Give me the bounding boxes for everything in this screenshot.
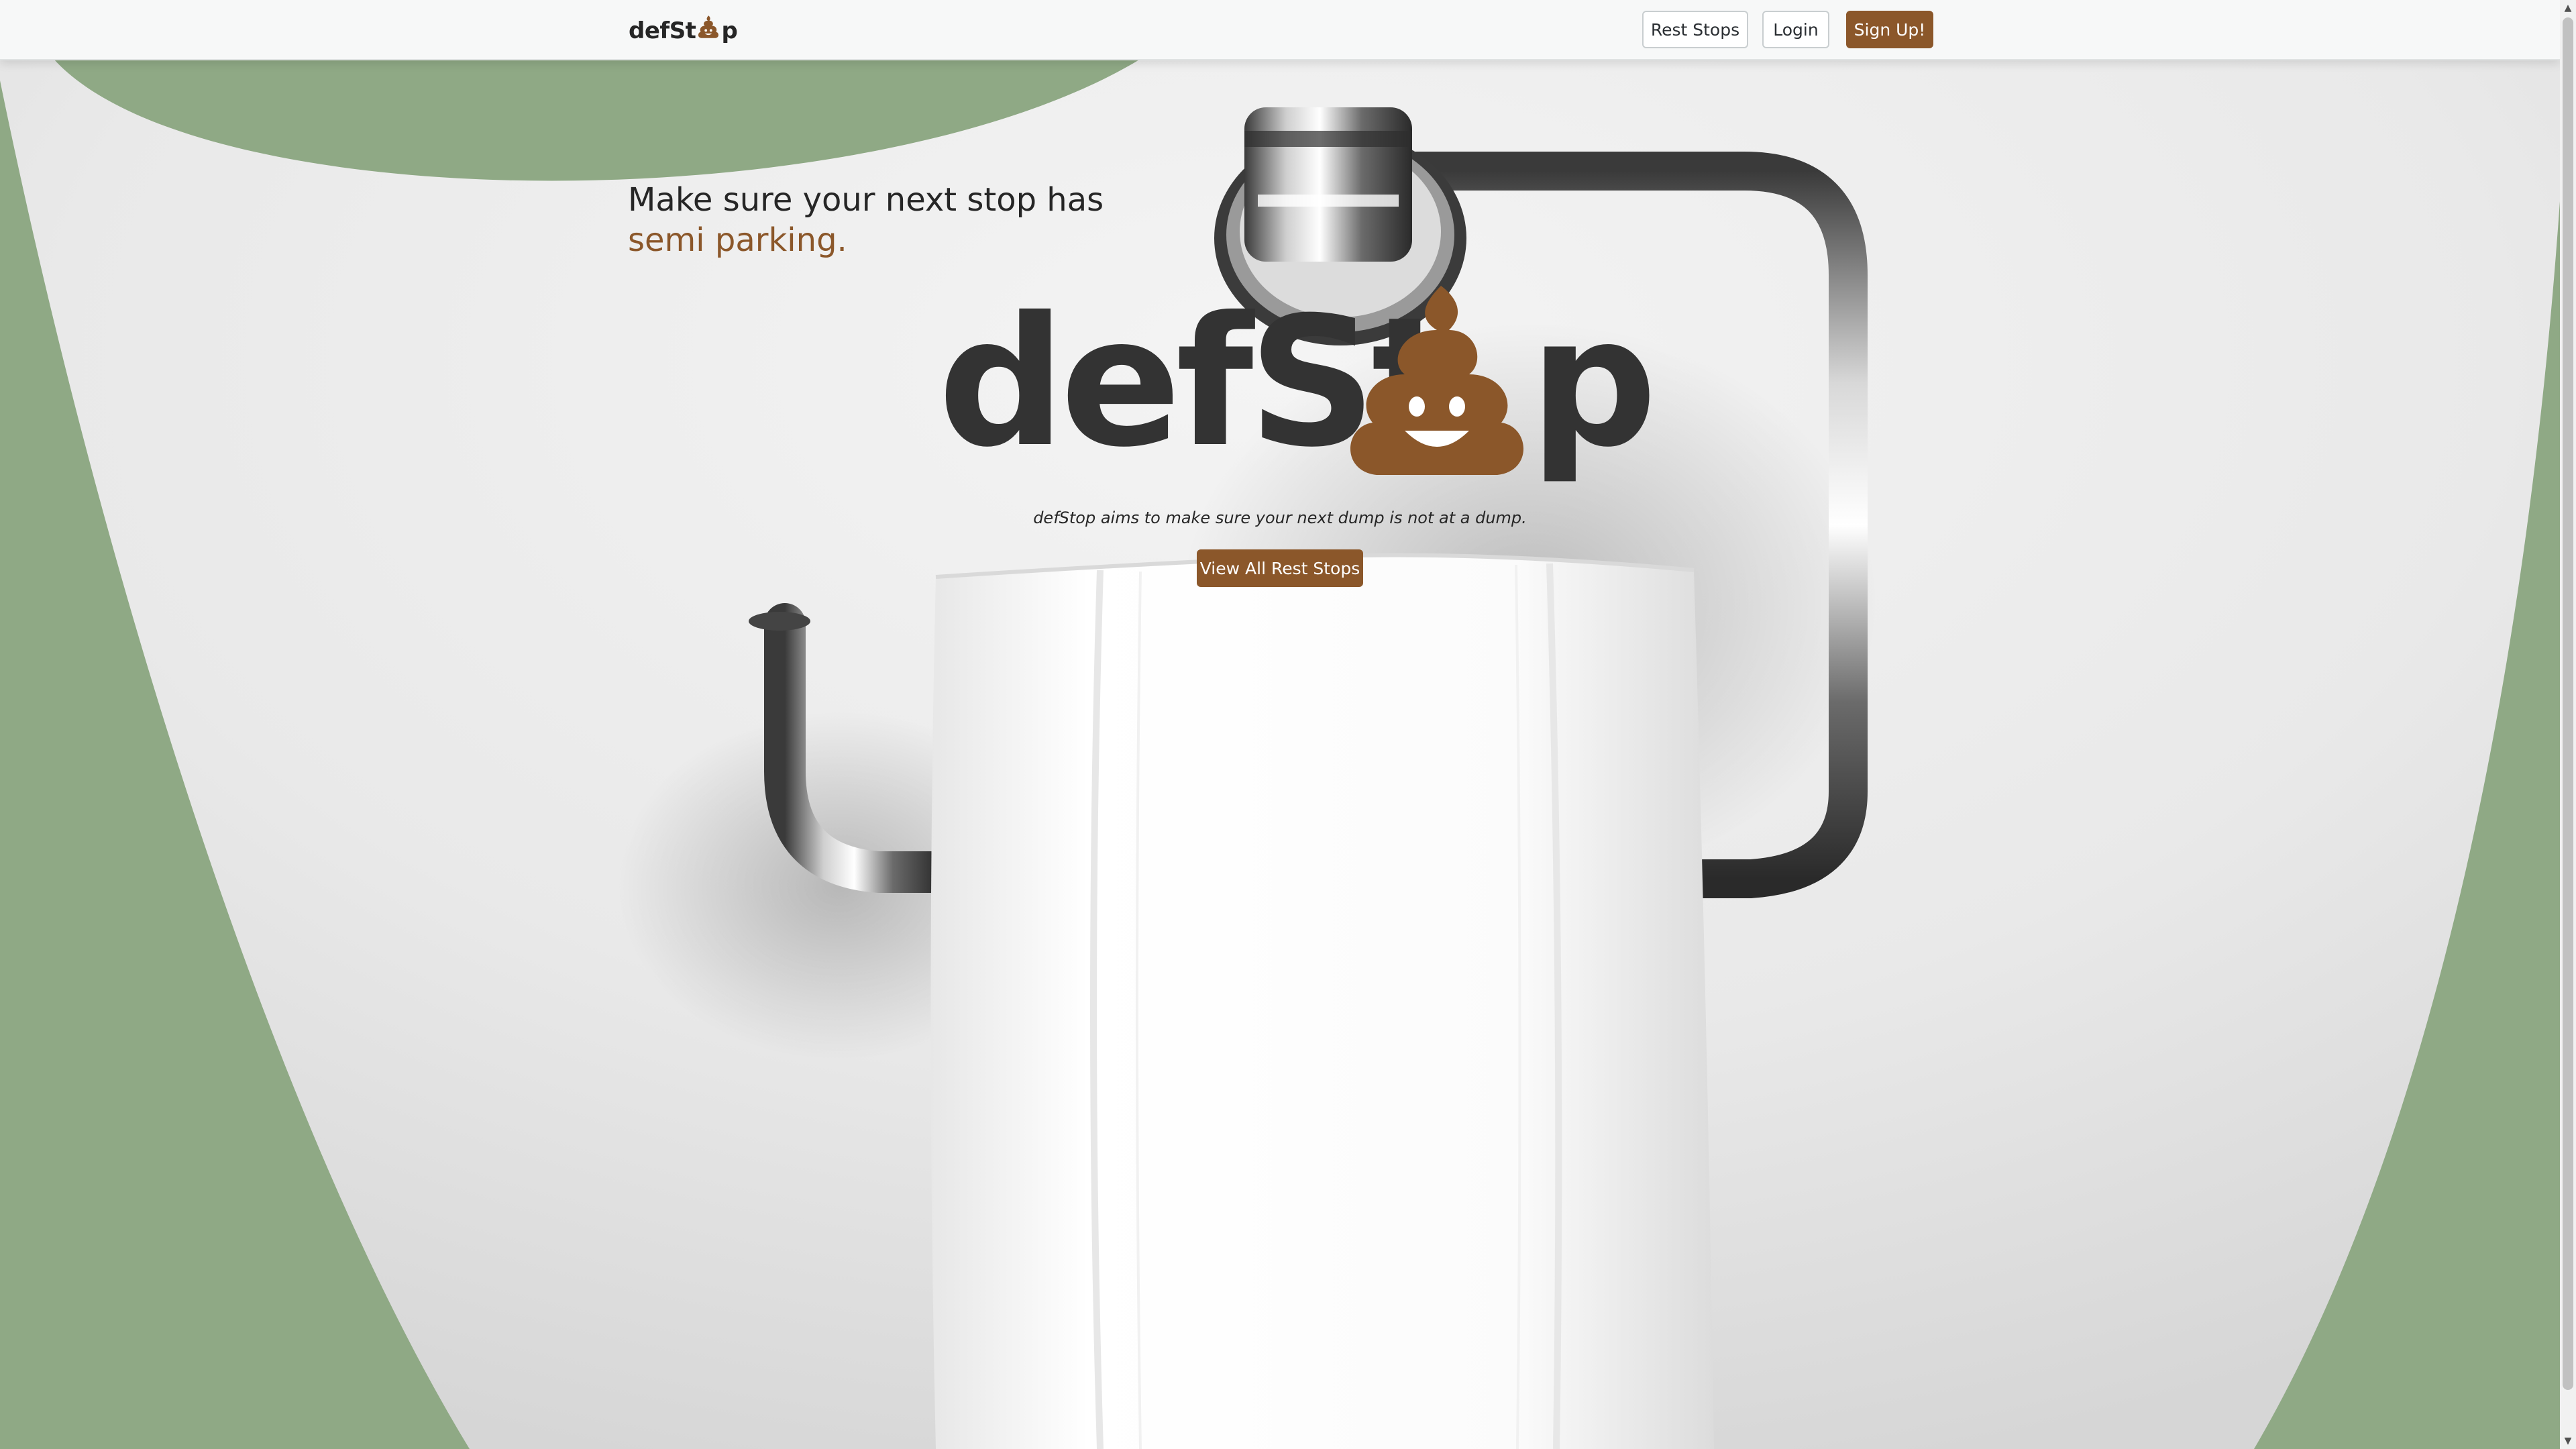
scroll-up-arrow-icon[interactable]: ▲ xyxy=(2560,0,2576,16)
headline-accent: semi parking. xyxy=(628,221,847,259)
scrollbar-thumb[interactable] xyxy=(2563,17,2573,1390)
poo-icon xyxy=(698,15,719,38)
brand-suffix: p xyxy=(721,17,738,44)
brand-logo[interactable]: defSt p xyxy=(629,12,738,50)
hero-logo: defSt p xyxy=(938,282,1657,517)
hero-headline: Make sure your next stop has semi parkin… xyxy=(628,180,1104,260)
toilet-paper-photo xyxy=(0,0,2560,1449)
page: defSt p Rest Stops Login Sign Up! Make s… xyxy=(0,0,2576,1449)
hero-subtitle: defStop aims to make sure your next dump… xyxy=(1033,508,1527,527)
page-scrollbar[interactable]: ▲ ▼ xyxy=(2560,0,2576,1449)
signup-button[interactable]: Sign Up! xyxy=(1846,11,1933,48)
hero-background xyxy=(0,0,2560,1449)
scroll-down-arrow-icon[interactable]: ▼ xyxy=(2560,1433,2576,1449)
rest-stops-button[interactable]: Rest Stops xyxy=(1642,11,1748,48)
brand-prefix: defSt xyxy=(629,17,696,44)
logo-suffix: p xyxy=(1529,278,1657,486)
navbar: defSt p Rest Stops Login Sign Up! xyxy=(0,0,2560,60)
view-all-rest-stops-button[interactable]: View All Rest Stops xyxy=(1197,549,1363,587)
login-button[interactable]: Login xyxy=(1762,11,1829,48)
poo-icon xyxy=(1350,286,1523,475)
headline-line: Make sure your next stop has xyxy=(628,181,1104,219)
